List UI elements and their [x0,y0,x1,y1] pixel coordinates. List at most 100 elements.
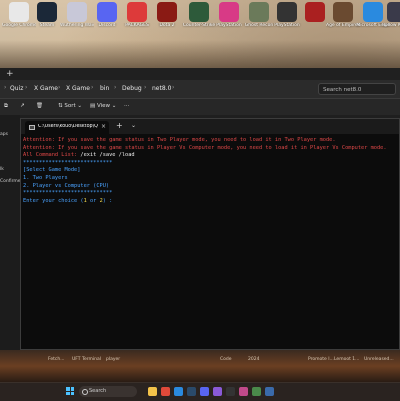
share-icon[interactable]: ↗ [20,103,25,109]
age-of-empires-icon [333,2,353,22]
terminal-tab[interactable]: C:\Users\kouo\Desktop\Quiz\ × [25,121,109,134]
terminal-taskbar-icon[interactable] [226,387,235,396]
breadcrumb-bin[interactable]: bin [100,85,109,92]
bg-caption: Fetch... [48,357,65,362]
playstation-2-icon [277,2,297,22]
game-taskbar-icon[interactable] [252,387,261,396]
option-two-players: 1. Two Players [23,174,68,181]
file-explorer-icon[interactable] [148,387,157,396]
command-list-line: All Command List: /exit /save /load [23,152,399,160]
discord-taskbar-icon[interactable] [200,387,209,396]
breadcrumb-debug[interactable]: Debug [122,85,142,92]
desktop-shortcut[interactable]: Age of Empires [326,2,360,28]
desktop-shortcut[interactable]: Discord [90,2,124,28]
explorer-toolbar: ⧉ ↗ 🗑 ⇅ Sort ⌄ ▤ View ⌄ ··· [0,99,400,115]
terminal-window: C:\Users\kouo\Desktop\Quiz\ × + ⌄ Attent… [20,118,400,350]
desktop-shortcut[interactable]: Hollow Knight [380,2,400,28]
command-list: /exit /save /load [80,152,135,159]
windows-logo-icon [66,391,70,395]
bg-caption: UFT Terminal [72,357,101,362]
desktop-shortcut[interactable]: PACKAGES [120,2,154,28]
terminal-tab-bar: C:\Users\kouo\Desktop\Quiz\ × + ⌄ [21,119,399,134]
bg-caption: Promote I... [308,357,334,362]
desktop-shortcut[interactable]: PlayStation [212,2,246,28]
desktop-shortcut[interactable]: Dota 2 [150,2,184,28]
steam-taskbar-icon[interactable] [187,387,196,396]
wallpaper-ground [0,350,400,382]
command-list-label: All Command List: [23,152,81,159]
chrome-taskbar-icon[interactable] [161,387,170,396]
app2-taskbar-icon[interactable] [265,387,274,396]
desktop-shortcut-label: Dota 2 [159,23,175,28]
delete-icon[interactable]: 🗑 [36,103,43,109]
start-button[interactable] [66,387,74,395]
counter-strike-icon [189,2,209,22]
desktop-shortcut-label: Steam [39,23,55,28]
prompt-end: ) : [102,197,113,204]
divider-2: **************************** [23,190,113,197]
breadcrumb-chevron-icon: › [25,84,28,91]
choice-prompt: Enter your choice (1 or 2) : [23,198,399,206]
prompt-or: or [86,197,100,204]
bg-caption: Lemoot 1... [334,357,360,362]
terminal-output[interactable]: Attention: If you save the game status i… [23,137,399,205]
playstation-icon [219,2,239,22]
breadcrumb-chevron-icon: › [91,84,94,91]
breadcrumb-chevron-icon: › [114,84,117,91]
dota2-icon [157,2,177,22]
bg-caption: 2024 [248,357,260,362]
breadcrumb-net8[interactable]: net8.0 [152,85,171,92]
desktop-shortcut-label: PACKAGES [125,23,149,28]
bg-caption: player [106,357,121,362]
taskbar: Search [0,382,400,401]
bg-caption: Unreleased... [364,357,394,362]
option-player-vs-computer: 2. Player vs Computer (CPU) [23,182,110,189]
explorer-new-tab-button[interactable]: + [6,69,14,79]
chevron-down-icon[interactable]: ⌄ [131,122,136,129]
windows-logo-icon [66,387,70,391]
desktop-shortcut-label: Wuthering Waves [60,23,94,28]
address-bar[interactable]: › Quiz › X Game › X Game › bin › Debug ›… [0,80,400,99]
desktop-shortcut[interactable]: Steam [30,2,64,28]
edge-taskbar-icon[interactable] [174,387,183,396]
wallpaper-ruins [0,40,400,70]
breadcrumb-xgame[interactable]: X Game [34,85,58,92]
view-button[interactable]: ▤ View ⌄ [90,103,116,109]
breadcrumb-quiz[interactable]: Quiz [10,85,23,92]
wuthering-waves-icon [67,2,87,22]
attention-line-2: Attention: If you save the game status i… [23,144,387,151]
select-mode-heading: [Select Game Mode] [23,167,81,174]
more-options-button[interactable]: ··· [124,103,129,109]
copy-icon[interactable]: ⧉ [4,103,8,110]
console-icon [29,125,35,130]
explorer-sidebar: aps lk Confirmed [0,115,23,350]
explorer-search-input[interactable]: Search net8.0 [318,83,396,95]
chrome-icon [9,2,29,22]
view-label: View [96,103,111,109]
visual-studio-icon[interactable] [213,387,222,396]
desktop-shortcut-label: PlayStation [216,23,242,28]
desktop-shortcut-label: Discord [98,23,116,28]
app-taskbar-icon[interactable] [239,387,248,396]
windows-logo-icon [70,387,74,391]
breadcrumb-chevron-icon: › [58,84,61,91]
hollow-knight-icon [387,2,400,22]
ghost-recon-icon [249,2,269,22]
desktop-shortcut[interactable]: Counter-Strike [182,2,216,28]
sidebar-item-aps[interactable]: aps [0,132,8,137]
sort-button[interactable]: ⇅ Sort ⌄ [58,103,82,109]
breadcrumb-chevron-icon: › [172,84,175,91]
bg-caption: Code [220,357,232,362]
discord-icon [97,2,117,22]
desktop-shortcut-label: Hollow Knight [381,23,400,28]
steam-icon [37,2,57,22]
new-tab-button[interactable]: + [116,121,123,130]
sidebar-item-lk[interactable]: lk [0,167,4,172]
breadcrumb-chevron-icon: › [144,84,147,91]
close-icon[interactable]: × [101,123,106,130]
packages-icon [127,2,147,22]
windows-logo-icon [70,391,74,395]
breadcrumb-xgame-2[interactable]: X Game [66,85,90,92]
desktop-shortcut[interactable]: Wuthering Waves [60,2,94,28]
divider-1: **************************** [23,159,113,166]
